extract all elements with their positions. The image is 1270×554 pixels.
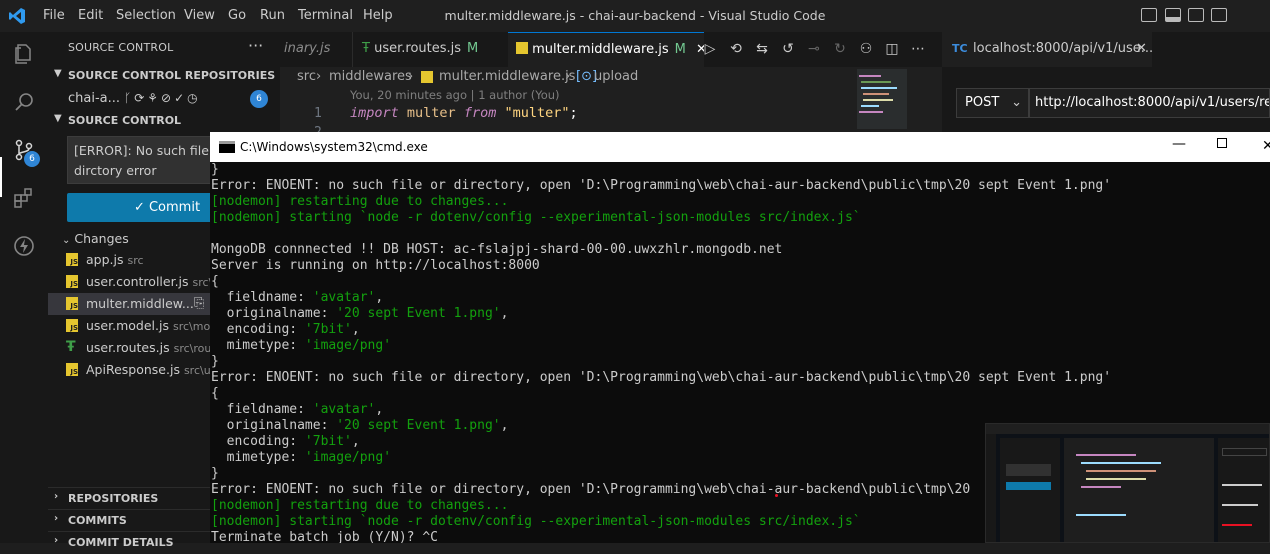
terminal-line: [nodemon] restarting due to changes... [211, 194, 509, 209]
chevron-right-icon: › [565, 69, 571, 84]
split-editor-icon[interactable]: ◫ [884, 41, 900, 57]
terminal-line: Error: ENOENT: no such file or directory… [211, 370, 1112, 385]
terminal-line: fieldname: 'avatar', [211, 290, 384, 305]
js-file-icon: JS [66, 297, 78, 310]
terminal-line: originalname: '20 sept Event 1.png', [211, 306, 509, 321]
commit-node-icon[interactable]: ⊸ [806, 41, 822, 57]
commits-section-header[interactable]: › COMMITS [48, 509, 210, 532]
changes-header[interactable]: ⌄ Changes [62, 231, 129, 246]
terminal-line: Server is running on http://localhost:80… [211, 258, 540, 273]
screen-preview-thumbnail [985, 423, 1270, 543]
toggle-panel-icon[interactable] [1165, 8, 1181, 22]
request-url-input[interactable]: http://localhost:8000/api/v1/users/regis… [1029, 88, 1270, 118]
extensions-icon[interactable] [12, 186, 36, 210]
js-file-icon [421, 71, 433, 83]
active-indicator [0, 157, 2, 197]
search-icon[interactable] [12, 90, 36, 114]
chevron-right-icon: › [54, 491, 59, 502]
code-editor[interactable]: You, 20 minutes ago | 1 author (You) 1 i… [280, 87, 942, 140]
thunder-client-icon[interactable] [12, 234, 36, 258]
title-bar: File Edit Selection View Go Run Terminal… [0, 0, 1270, 32]
chevron-down-icon: ⌄ [62, 235, 71, 246]
chevron-down-icon: ▼ [54, 68, 62, 79]
js-file-icon: JS [66, 253, 78, 266]
go-back-icon[interactable]: ↺ [780, 41, 796, 57]
compare-changes-icon[interactable]: ⇆ [754, 41, 770, 57]
js-file-icon: JS [66, 363, 78, 376]
breadcrumb-item[interactable]: upload [594, 69, 638, 84]
js-file-icon [516, 42, 528, 54]
explorer-icon[interactable] [12, 42, 36, 66]
chevron-right-icon: › [408, 69, 414, 84]
cmd-window-title: C:\Windows\system32\cmd.exe [240, 140, 428, 154]
customize-layout-icon[interactable] [1211, 8, 1227, 22]
breadcrumb-item[interactable]: src [297, 69, 316, 84]
maximize-button[interactable] [1217, 138, 1227, 148]
chevron-right-icon: › [54, 513, 59, 524]
timeline-icon[interactable]: ⟲ [728, 41, 744, 57]
thunder-client-tab-icon: TC [952, 42, 968, 55]
terminal-line: encoding: '7bit', [211, 322, 360, 337]
line-number: 1 [314, 106, 322, 121]
sidebar-title: SOURCE CONTROL [68, 41, 174, 54]
chevron-right-icon: › [54, 535, 59, 546]
rest-client-panel: TC localhost:8000/api/v1/use... ✕ POST ⌄… [942, 32, 1270, 132]
code-line: import multer from "multer"; [350, 105, 578, 121]
breadcrumb-item[interactable]: multer.middleware.js [439, 69, 575, 84]
route-file-icon: Ŧ [66, 339, 76, 355]
editor-tabs: inary.js Ŧ user.routes.js M multer.middle… [280, 32, 942, 68]
terminal-line: } [211, 354, 219, 369]
tab-user-routes[interactable]: Ŧ user.routes.js M [348, 32, 523, 67]
scm-badge: 6 [24, 151, 40, 167]
cursor-dot [775, 494, 778, 497]
request-tab[interactable]: TC localhost:8000/api/v1/use... ✕ [942, 32, 1153, 67]
terminal-line: { [211, 274, 219, 289]
cmd-titlebar[interactable]: C:\Windows\system32\cmd.exe — ✕ [210, 132, 1270, 162]
sidebar-bottom-sections: › REPOSITORIES › COMMITS › COMMIT DETAIL… [48, 487, 210, 549]
chevron-right-icon: › [316, 69, 322, 84]
window-title: multer.middleware.js - chai-aur-backend … [444, 8, 826, 23]
terminal-line: } [211, 162, 219, 177]
git-blame-annotation: You, 20 minutes ago | 1 author (You) [350, 88, 560, 102]
terminal-line: Error: ENOENT: no such file or directory… [211, 178, 1112, 193]
chevron-down-icon: ▼ [54, 113, 62, 124]
more-actions-icon[interactable]: ⋯ [910, 41, 926, 57]
minimap[interactable] [855, 67, 942, 132]
terminal-line: fieldname: 'avatar', [211, 402, 384, 417]
tab-binary[interactable]: inary.js [280, 32, 353, 67]
repo-action-icons[interactable]: ᚴ⟳⚘⊘✓◷ [124, 91, 201, 105]
more-actions-icon[interactable]: ··· [248, 36, 263, 55]
open-file-icon[interactable]: ⎘ [194, 296, 204, 311]
breadcrumb: src › middlewares › multer.middleware.js… [280, 67, 855, 87]
repository-item[interactable]: chai-a... ᚴ⟳⚘⊘✓◷ 6 [48, 88, 280, 110]
js-file-icon: JS [66, 275, 78, 288]
repo-changes-badge: 6 [250, 90, 268, 108]
terminal-line: mimetype: 'image/png' [211, 338, 392, 353]
toggle-secondary-sidebar-icon[interactable] [1188, 8, 1204, 22]
js-file-icon: JS [66, 319, 78, 332]
http-method-select[interactable]: POST ⌄ [956, 88, 1029, 118]
terminal-line: { [211, 386, 219, 401]
git-graph-icon[interactable]: ⚇ [858, 41, 874, 57]
repo-name: chai-a... [68, 91, 121, 106]
close-tab-icon[interactable]: ✕ [1136, 32, 1147, 65]
route-file-icon: Ŧ [362, 41, 370, 56]
terminal-line: [nodemon] starting `node -r dotenv/confi… [211, 210, 861, 225]
scm-repositories-header[interactable]: ▼ SOURCE CONTROL REPOSITORIES [48, 65, 280, 87]
check-icon: ✓ [133, 200, 145, 215]
chevron-down-icon: ⌄ [1011, 95, 1022, 110]
close-button[interactable]: ✕ [1262, 138, 1270, 154]
activity-bar: 6 [0, 32, 48, 543]
tab-multer-middleware[interactable]: multer.middleware.jsM ✕ [508, 32, 704, 68]
scm-header[interactable]: ▼ SOURCE CONTROL [48, 110, 280, 132]
go-forward-icon[interactable]: ↻ [832, 41, 848, 57]
run-icon[interactable]: ▷ [702, 41, 718, 57]
repositories-section-header[interactable]: › REPOSITORIES [48, 487, 210, 510]
cmd-icon [219, 141, 235, 153]
breadcrumb-item[interactable]: middlewares [329, 69, 412, 84]
terminal-line: MongoDB connnected !! DB HOST: ac-fslajp… [211, 242, 783, 257]
minimize-button[interactable]: — [1172, 136, 1186, 152]
toggle-primary-sidebar-icon[interactable] [1141, 8, 1157, 22]
